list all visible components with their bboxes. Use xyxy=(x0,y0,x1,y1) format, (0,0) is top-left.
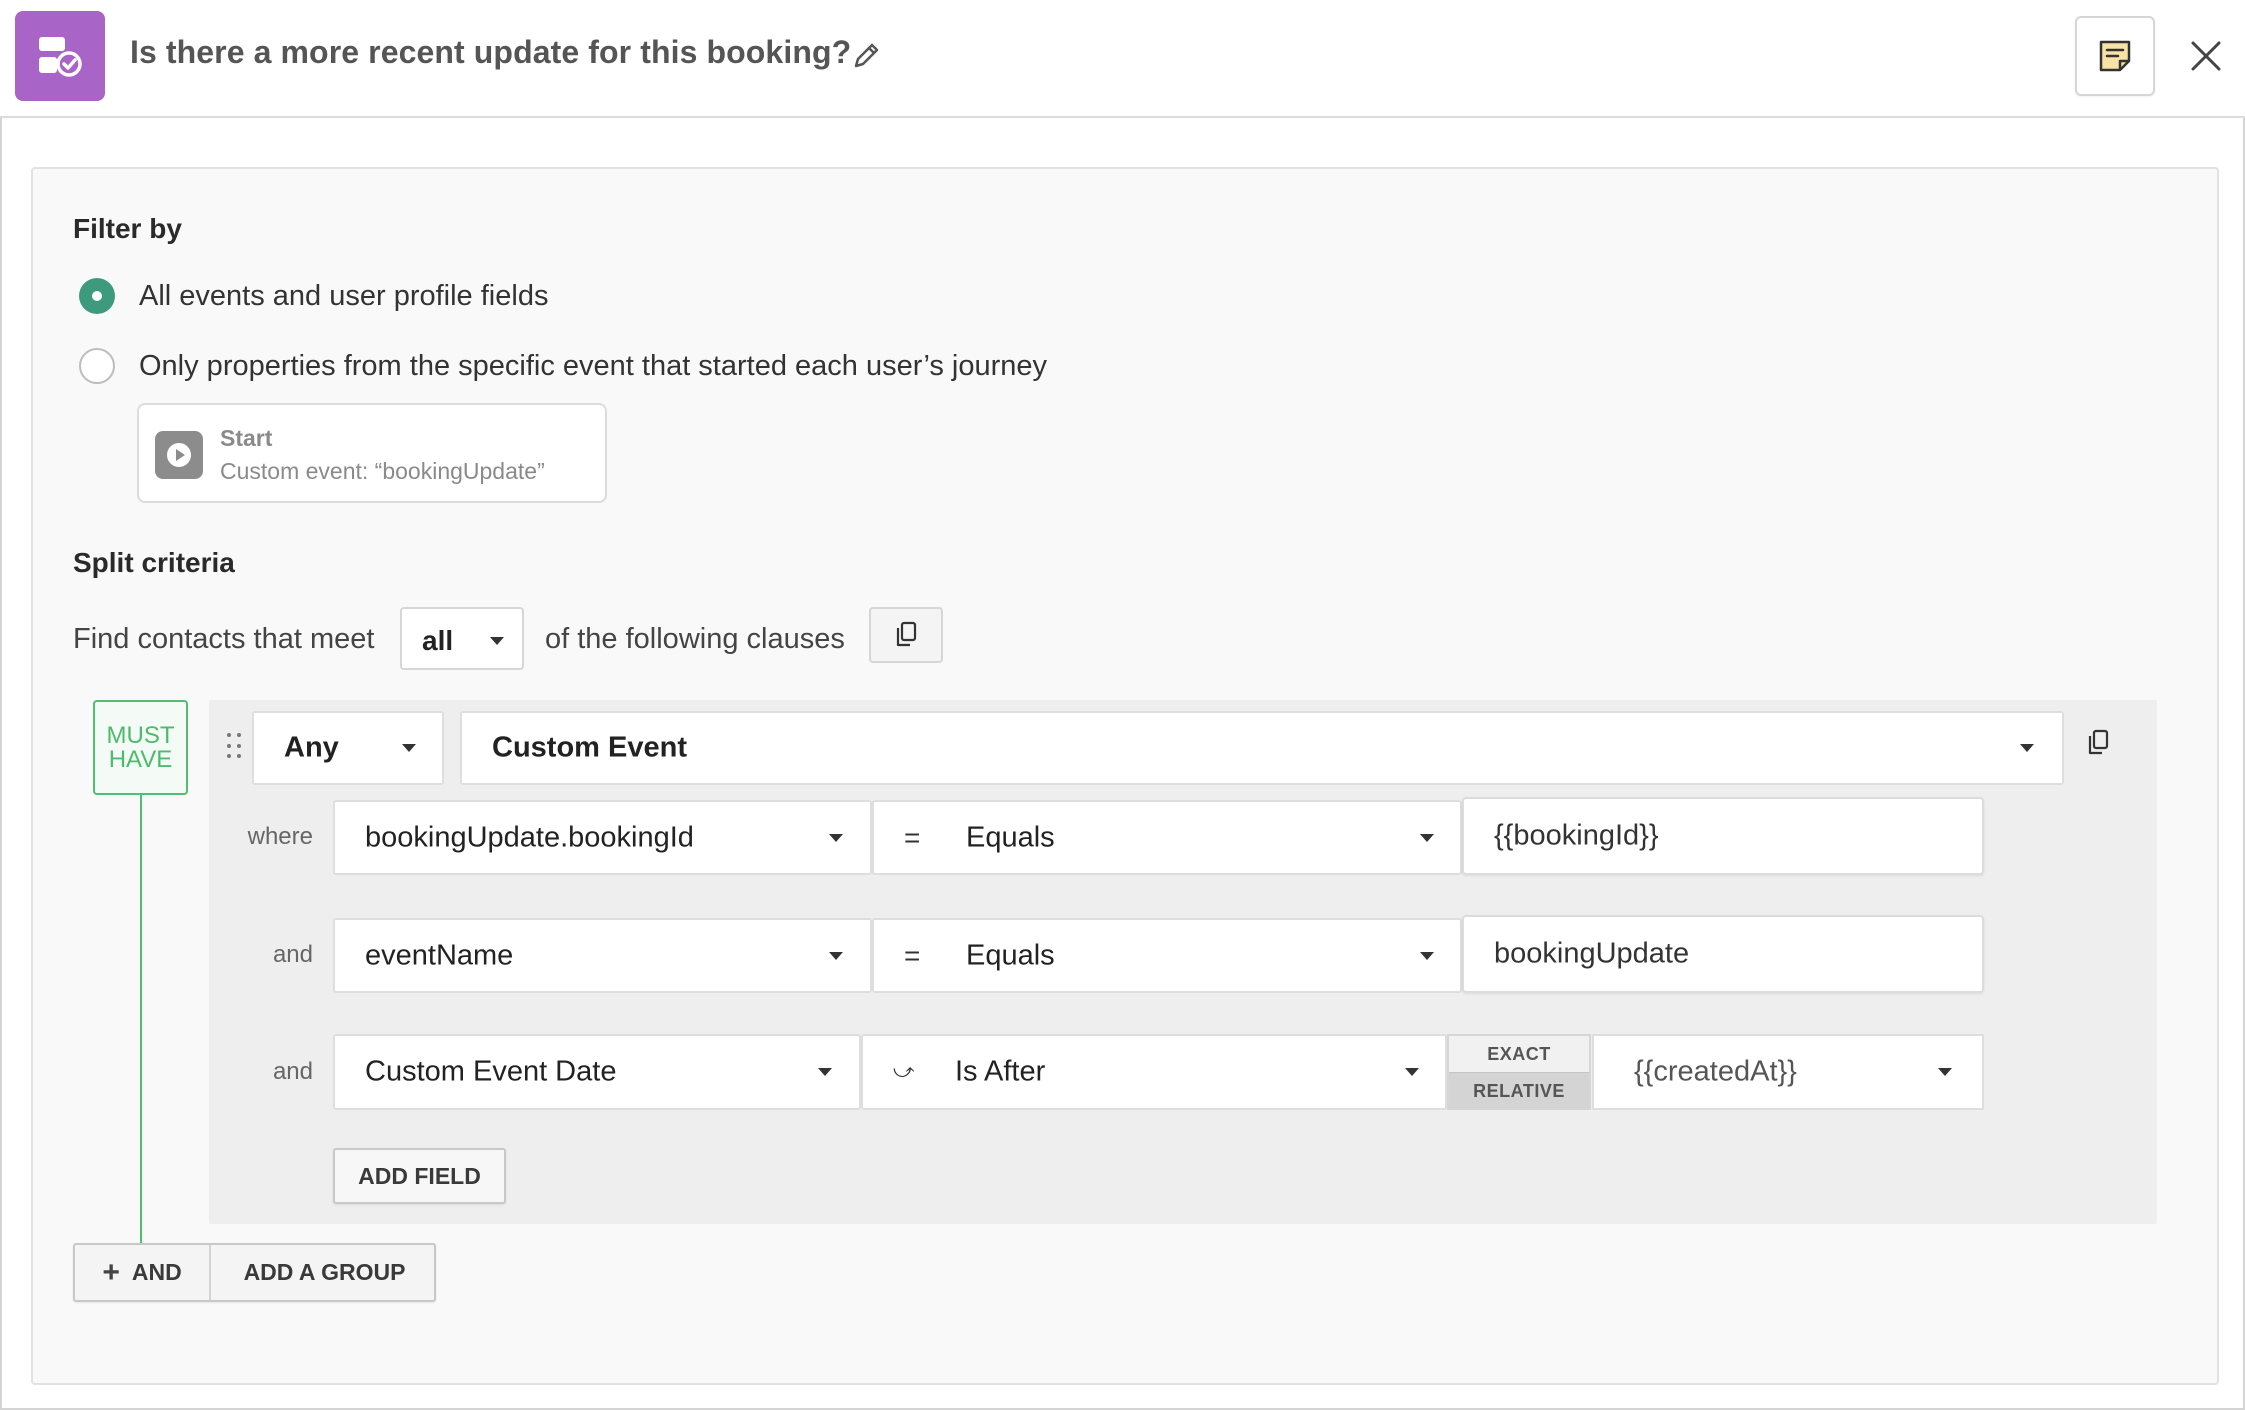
operator-symbol: ⤻ xyxy=(893,1060,915,1083)
value-text: bookingUpdate xyxy=(1494,937,1690,970)
and-button[interactable]: + AND xyxy=(75,1245,211,1300)
field-select[interactable]: eventName xyxy=(333,918,872,993)
event-type-value: Custom Event xyxy=(492,731,687,764)
quantifier-value: Any xyxy=(284,731,339,764)
chevron-down-icon xyxy=(1938,1068,1952,1076)
play-icon xyxy=(155,431,203,479)
field-value: bookingUpdate.bookingId xyxy=(365,821,694,853)
radio-all-events-label: All events and user profile fields xyxy=(139,279,549,312)
mode-relative-option[interactable]: RELATIVE xyxy=(1449,1072,1589,1108)
event-type-select[interactable]: Custom Event xyxy=(460,711,2064,785)
copy-clauses-button[interactable] xyxy=(869,607,943,663)
mode-exact-option[interactable]: EXACT xyxy=(1449,1036,1589,1072)
find-suffix-text: of the following clauses xyxy=(545,623,845,655)
pencil-icon[interactable] xyxy=(848,38,884,74)
start-card-title: Start xyxy=(220,425,273,451)
radio-all-events[interactable]: All events and user profile fields xyxy=(79,278,548,314)
operator-symbol: = xyxy=(904,821,921,853)
plus-icon: + xyxy=(102,1255,120,1289)
start-card-subtitle: Custom event: “bookingUpdate” xyxy=(220,458,545,484)
chevron-down-icon xyxy=(1420,951,1434,960)
find-prefix-text: Find contacts that meet xyxy=(73,623,375,655)
operator-select[interactable]: = Equals xyxy=(872,800,1462,875)
must-have-line1: MUST xyxy=(106,722,175,749)
page-title: Is there a more recent update for this b… xyxy=(130,34,852,70)
operator-select[interactable]: = Equals xyxy=(872,918,1462,993)
match-select[interactable]: all xyxy=(400,607,524,670)
row-connector-and: and xyxy=(272,1058,313,1085)
relative-value-select[interactable]: {{createdAt}} xyxy=(1592,1034,1984,1110)
operator-select[interactable]: ⤻ Is After xyxy=(861,1034,1447,1110)
drag-handle-icon[interactable] xyxy=(227,733,245,761)
chevron-down-icon xyxy=(818,1068,832,1076)
note-icon xyxy=(2099,40,2131,72)
notes-button[interactable] xyxy=(2075,16,2155,96)
radio-journey-event[interactable]: Only properties from the specific event … xyxy=(79,348,1047,384)
radio-selected-icon[interactable] xyxy=(79,278,115,314)
chevron-down-icon xyxy=(2020,744,2034,752)
group-connector-line xyxy=(140,795,142,1245)
value-text: {{createdAt}} xyxy=(1634,1055,1797,1088)
chevron-down-icon xyxy=(1405,1068,1419,1076)
field-value: Custom Event Date xyxy=(365,1055,617,1088)
operator-value: Equals xyxy=(966,821,1055,853)
quantifier-select[interactable]: Any xyxy=(252,711,444,785)
value-input[interactable]: bookingUpdate xyxy=(1462,915,1984,993)
close-button[interactable] xyxy=(2186,36,2226,76)
and-button-label: AND xyxy=(131,1259,182,1285)
match-select-value: all xyxy=(422,625,454,656)
value-input[interactable]: {{bookingId}} xyxy=(1462,797,1984,875)
chevron-down-icon xyxy=(490,637,504,645)
add-group-button[interactable]: ADD A GROUP xyxy=(213,1245,436,1300)
radio-unselected-icon[interactable] xyxy=(79,348,115,384)
split-criteria-label: Split criteria xyxy=(73,547,235,578)
copy-group-icon[interactable] xyxy=(2085,728,2119,764)
chevron-down-icon xyxy=(402,744,416,752)
row-connector-and: and xyxy=(272,941,313,968)
must-have-line2: HAVE xyxy=(108,746,173,773)
radio-journey-event-label: Only properties from the specific event … xyxy=(139,349,1048,382)
must-have-badge: MUST HAVE xyxy=(93,700,188,795)
operator-symbol: = xyxy=(904,939,921,971)
field-select[interactable]: Custom Event Date xyxy=(333,1034,861,1110)
add-field-button[interactable]: ADD FIELD xyxy=(333,1148,506,1204)
add-clause-bar: + AND ADD A GROUP xyxy=(73,1243,436,1302)
copy-icon xyxy=(896,621,917,647)
chevron-down-icon xyxy=(1420,833,1434,842)
chevron-down-icon xyxy=(829,951,843,960)
header: Is there a more recent update for this b… xyxy=(0,0,2245,118)
operator-value: Equals xyxy=(966,939,1055,971)
chevron-down-icon xyxy=(829,833,843,842)
operator-value: Is After xyxy=(955,1055,1046,1088)
close-icon xyxy=(2191,41,2221,71)
start-event-card: Start Custom event: “bookingUpdate” xyxy=(137,403,607,503)
field-select[interactable]: bookingUpdate.bookingId xyxy=(333,800,872,875)
filter-by-label: Filter by xyxy=(73,213,182,244)
date-mode-toggle: EXACT RELATIVE xyxy=(1447,1034,1591,1110)
value-text: {{bookingId}} xyxy=(1494,819,1659,852)
field-value: eventName xyxy=(365,939,514,971)
row-connector-where: where xyxy=(247,823,313,850)
split-check-icon xyxy=(15,11,105,101)
